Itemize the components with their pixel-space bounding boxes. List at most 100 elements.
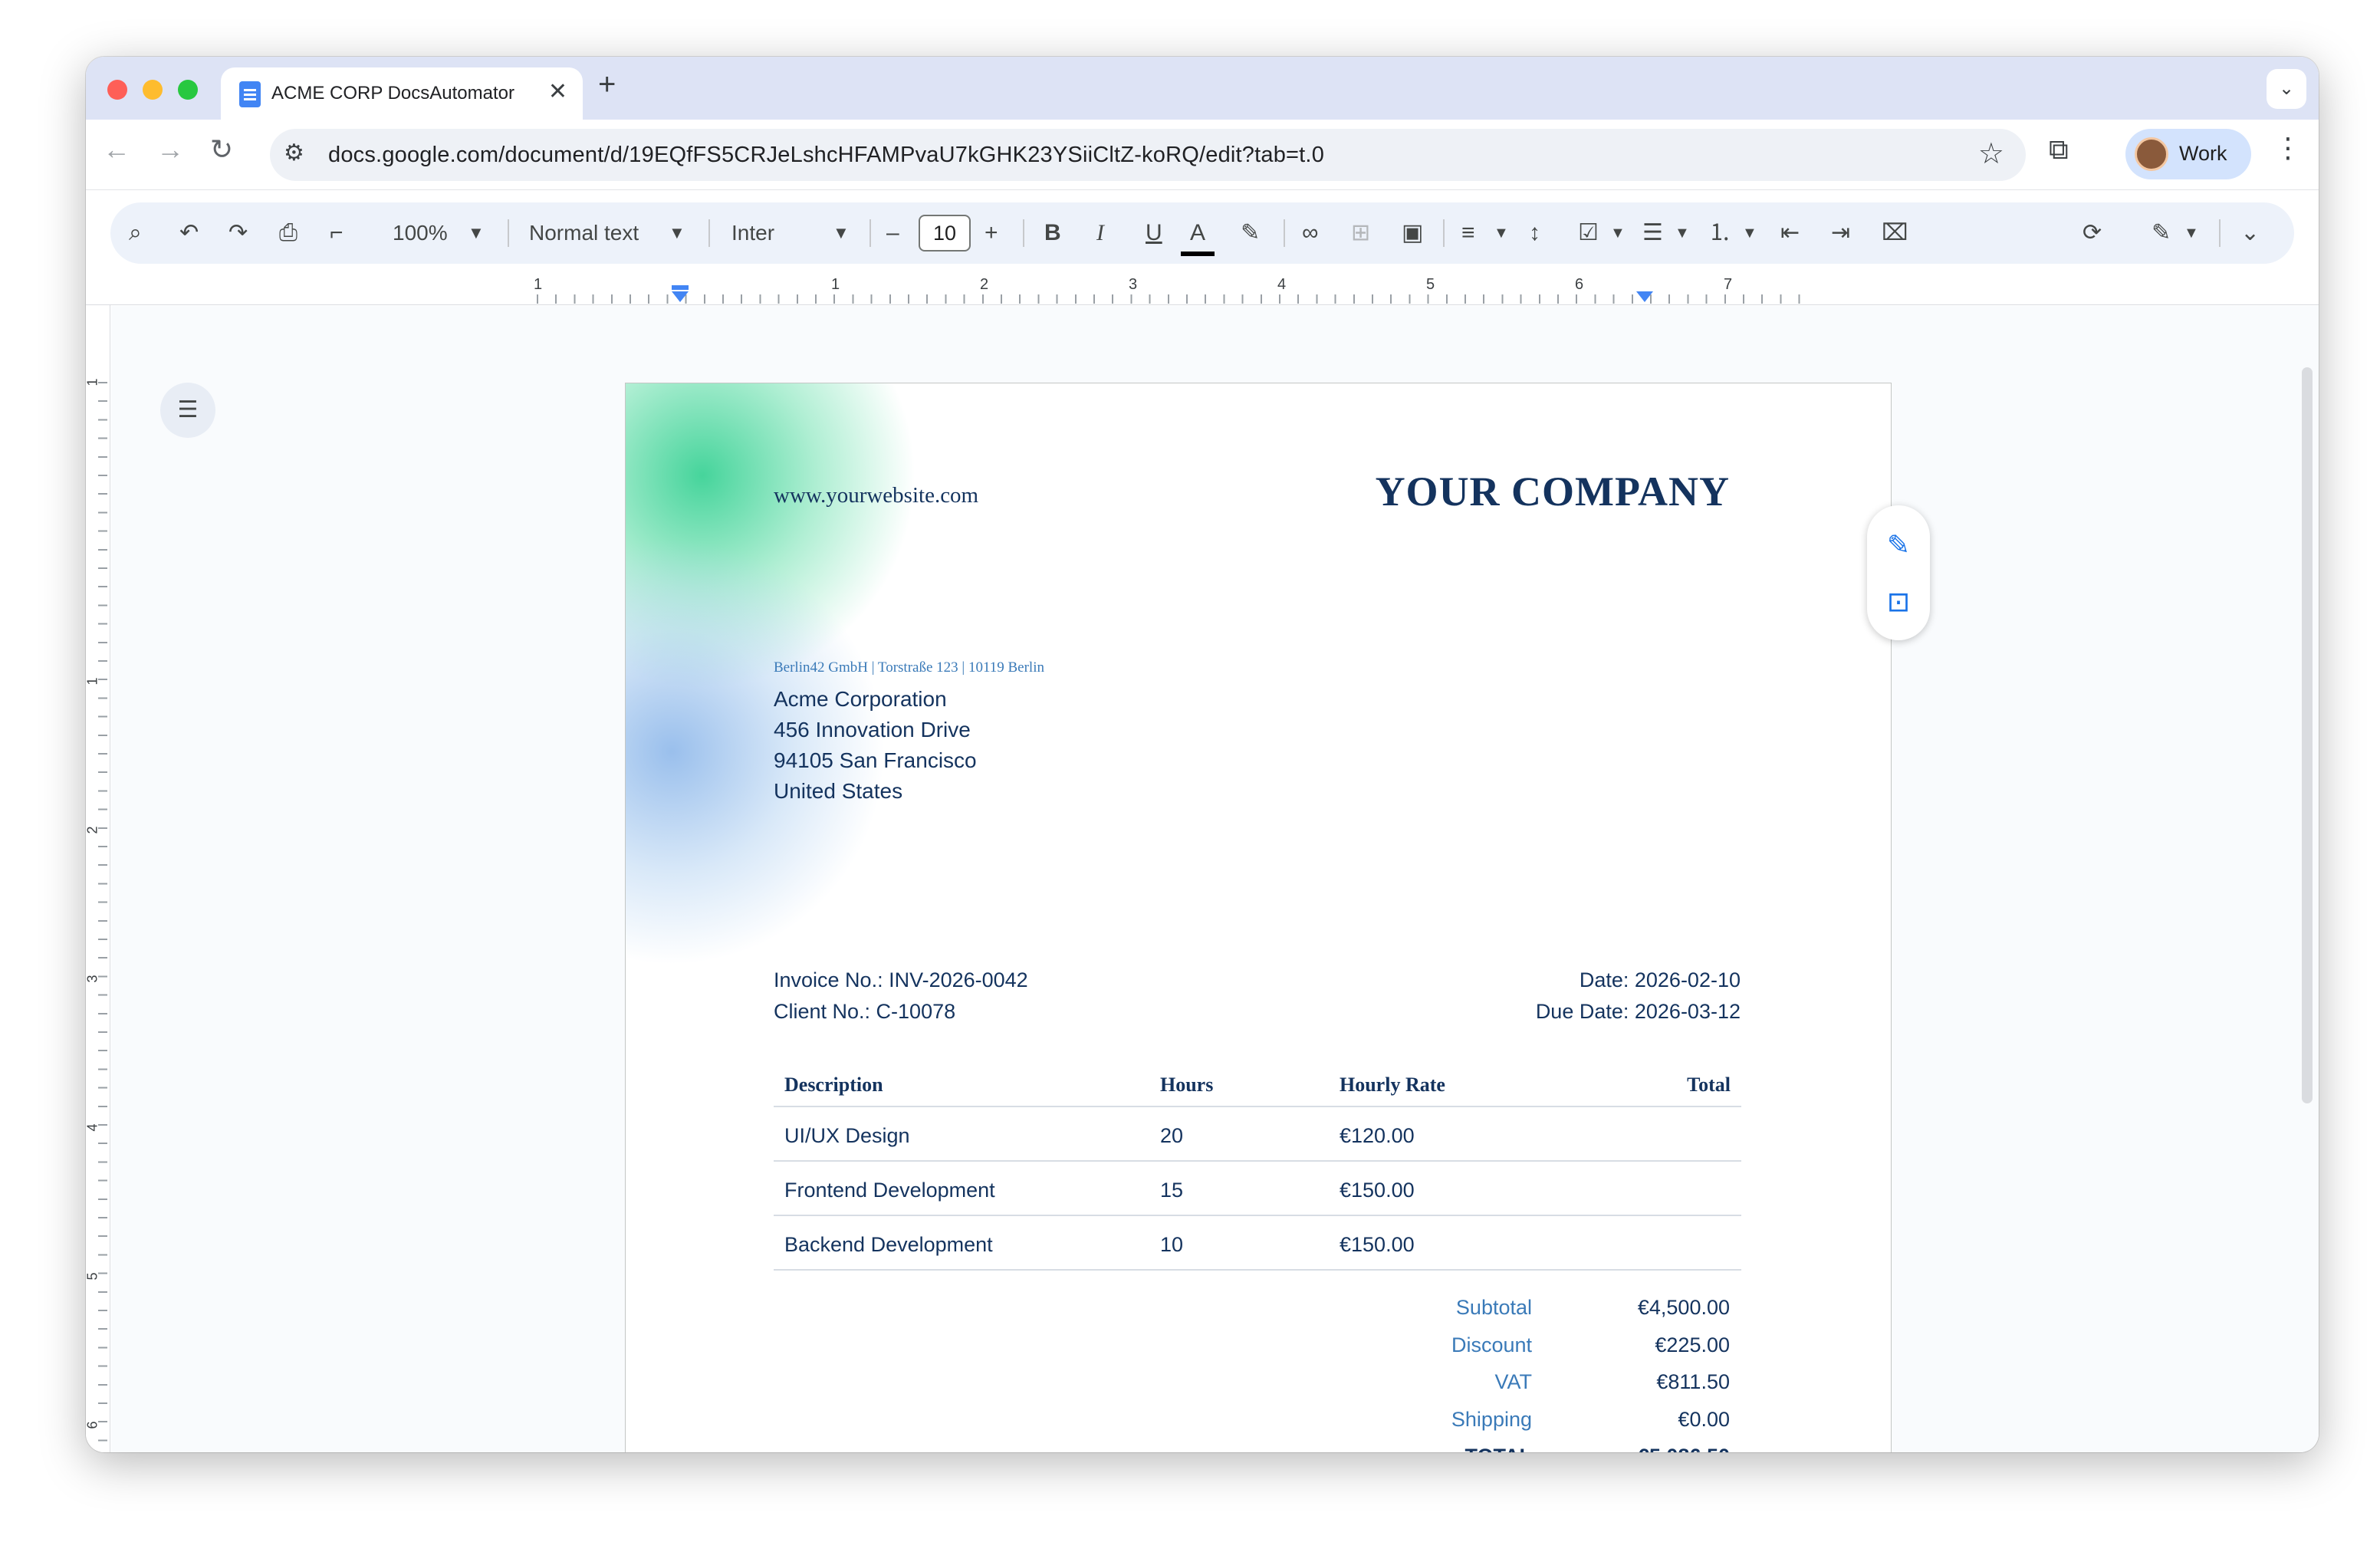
recipient-country: United States (774, 779, 903, 803)
decrease-indent-icon[interactable]: ⇤ (1780, 216, 1800, 250)
recipient-street: 456 Innovation Drive (774, 718, 971, 741)
site-settings-icon[interactable]: ⚙ (284, 140, 304, 166)
ruler-ticks (98, 382, 107, 1452)
vertical-scrollbar[interactable] (2302, 367, 2313, 1103)
align-left-icon[interactable]: ≡ (1461, 216, 1475, 250)
window-zoom-button[interactable] (178, 80, 198, 100)
highlight-color-icon[interactable]: ✎ (1241, 216, 1260, 250)
decrease-font-size-button[interactable]: – (886, 216, 899, 250)
toolbar-divider (2219, 219, 2221, 247)
invoice-number: Invoice No.: INV-2026-0042 (774, 968, 1028, 991)
rewrite-gemini-icon[interactable]: ⟳ (2082, 216, 2102, 250)
font-chevron-down-icon[interactable]: ▼ (833, 216, 850, 250)
text-color-button[interactable]: A (1190, 216, 1205, 250)
tab-title: ACME CORP DocsAutomator (271, 83, 514, 104)
hide-menus-chevron-icon[interactable]: ⌄ (2240, 216, 2260, 250)
cell-hours: 10 (1160, 1233, 1184, 1256)
forward-arrow-icon[interactable]: → (156, 133, 184, 166)
align-chevron-down-icon[interactable]: ▼ (1494, 216, 1509, 250)
column-header-total: Total (1687, 1074, 1731, 1096)
line-spacing-icon[interactable]: ↕ (1529, 216, 1540, 250)
ruler-number: 4 (1277, 276, 1287, 293)
table-row: UI/UX Design 20 €120.00 (774, 1107, 1741, 1162)
discount-value: €225.00 (1655, 1333, 1730, 1356)
suggest-edits-icon[interactable]: ⊡ (1880, 584, 1917, 620)
insert-link-icon[interactable]: ∞ (1302, 216, 1318, 250)
increase-font-size-button[interactable]: + (985, 216, 998, 250)
ruler-number: 5 (1426, 276, 1435, 293)
column-header-hourly-rate: Hourly Rate (1340, 1074, 1445, 1096)
horizontal-ruler[interactable]: 1 1 2 3 4 5 6 7 (86, 275, 2319, 305)
tab-search-icon[interactable]: ⌄ (2267, 69, 2306, 109)
url-text[interactable]: docs.google.com/document/d/19EQfFS5CRJeL… (328, 143, 1324, 168)
cell-hourly-rate: €120.00 (1340, 1124, 1415, 1147)
ruler-number: 2 (86, 826, 100, 834)
insert-image-icon[interactable]: ▣ (1402, 216, 1423, 250)
client-number: Client No.: C-10078 (774, 1000, 956, 1023)
company-name: YOUR COMPANY (1375, 469, 1730, 515)
numbered-chevron-down-icon[interactable]: ▼ (1742, 216, 1757, 250)
bookmark-star-icon[interactable]: ☆ (1978, 136, 2004, 171)
add-comment-icon[interactable]: ⊞ (1351, 216, 1370, 250)
checklist-chevron-down-icon[interactable]: ▼ (1610, 216, 1626, 250)
vertical-ruler[interactable]: 1 1 2 3 4 5 6 (86, 305, 110, 1452)
profile-label: Work (2179, 142, 2227, 165)
back-arrow-icon[interactable]: ← (103, 133, 130, 166)
cell-description: Backend Development (784, 1233, 993, 1256)
kebab-menu-icon[interactable]: ⋮ (2274, 132, 2302, 164)
bulleted-list-icon[interactable]: ☰ (1642, 216, 1663, 250)
document-page[interactable]: www.yourwebsite.com YOUR COMPANY Berlin4… (625, 383, 1892, 1452)
numbered-list-icon[interactable]: ⒈ (1708, 216, 1731, 250)
toolbar-divider (508, 219, 509, 247)
window-minimize-button[interactable] (143, 80, 163, 100)
grand-total-label: TOTAL (1465, 1445, 1533, 1452)
paragraph-style-select[interactable]: Normal text (529, 216, 639, 250)
ruler-number: 7 (1724, 276, 1733, 293)
print-icon[interactable]: ⎙ (279, 216, 298, 250)
cell-hourly-rate: €150.00 (1340, 1179, 1415, 1202)
left-indent-handle[interactable] (672, 291, 689, 302)
toolbar-divider (869, 219, 871, 247)
font-family-select[interactable]: Inter (731, 216, 774, 250)
document-outline-icon[interactable]: ☰ (160, 383, 215, 438)
reload-icon[interactable]: ↻ (210, 133, 233, 166)
avatar (2135, 137, 2168, 171)
redo-icon[interactable]: ↷ (228, 216, 248, 250)
underline-button[interactable]: U (1146, 216, 1162, 250)
discount-label: Discount (1451, 1333, 1532, 1356)
bullet-chevron-down-icon[interactable]: ▼ (1675, 216, 1690, 250)
address-bar[interactable]: ⚙ docs.google.com/document/d/19EQfFS5CRJ… (270, 129, 2026, 181)
zoom-select[interactable]: 100% (393, 216, 448, 250)
toolbar-divider (708, 219, 710, 247)
tab-close-icon[interactable]: ✕ (548, 78, 567, 105)
search-menus-icon[interactable]: ⌕ (129, 216, 142, 250)
increase-indent-icon[interactable]: ⇥ (1831, 216, 1850, 250)
profile-button[interactable]: Work (2125, 129, 2251, 179)
checklist-icon[interactable]: ☑ (1578, 216, 1599, 250)
editing-mode-pencil-icon[interactable]: ✎ (2152, 216, 2171, 250)
help-me-write-sparkle-pencil-icon[interactable]: ✎ (1880, 527, 1917, 564)
toolbar-divider (1023, 219, 1024, 247)
right-indent-handle[interactable] (1636, 291, 1653, 302)
clear-formatting-icon[interactable]: ⌧ (1882, 216, 1908, 250)
new-tab-button[interactable]: + (598, 67, 616, 102)
browser-tab-active[interactable]: ACME CORP DocsAutomator ✕ (221, 67, 583, 120)
docs-toolbar: ⌕ ↶ ↷ ⎙ ⌐ 100% ▼ Normal text ▼ Inter ▼ –… (110, 202, 2294, 264)
line-items-table: Description Hours Hourly Rate Total UI/U… (774, 1064, 1741, 1271)
window-close-button[interactable] (107, 80, 127, 100)
italic-button[interactable]: I (1096, 216, 1104, 250)
ruler-number: 5 (86, 1272, 100, 1281)
font-size-input[interactable]: 10 (919, 215, 971, 252)
paint-format-icon[interactable]: ⌐ (330, 216, 344, 250)
style-chevron-down-icon[interactable]: ▼ (669, 216, 685, 250)
first-line-indent-handle[interactable] (672, 285, 689, 290)
zoom-chevron-down-icon[interactable]: ▼ (468, 216, 485, 250)
extensions-icon[interactable]: ⧉ (2049, 133, 2069, 166)
ruler-number: 6 (1575, 276, 1584, 293)
undo-icon[interactable]: ↶ (179, 216, 199, 250)
recipient-address: Acme Corporation 456 Innovation Drive 94… (774, 684, 977, 807)
sender-address-line: Berlin42 GmbH | Torstraße 123 | 10119 Be… (774, 659, 1044, 676)
bold-button[interactable]: B (1044, 216, 1061, 250)
mode-chevron-down-icon[interactable]: ▼ (2184, 216, 2199, 250)
document-canvas[interactable]: ☰ www.yourwebsite.com YOUR COMPANY Berli… (111, 306, 2319, 1452)
